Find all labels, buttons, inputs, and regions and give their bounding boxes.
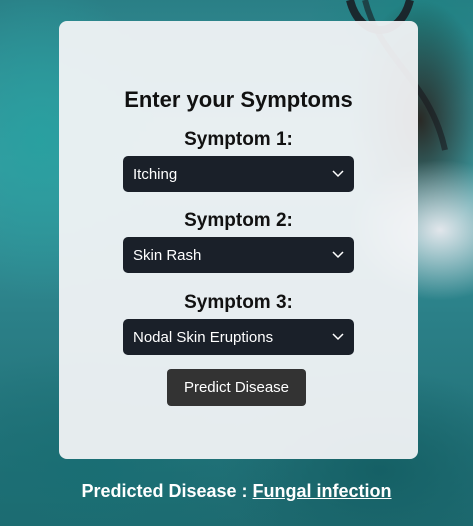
result-label: Predicted Disease :	[81, 481, 253, 501]
chevron-down-icon	[332, 251, 344, 259]
predict-disease-button[interactable]: Predict Disease	[167, 369, 306, 406]
symptom-2-value: Skin Rash	[133, 246, 202, 264]
symptom-1-label: Symptom 1:	[184, 129, 293, 150]
form-title: Enter your Symptoms	[124, 87, 353, 112]
chevron-down-icon	[332, 333, 344, 341]
symptom-2-label: Symptom 2:	[184, 210, 293, 231]
result-value-link[interactable]: Fungal infection	[253, 481, 392, 501]
symptom-3-label: Symptom 3:	[184, 292, 293, 313]
symptom-3-value: Nodal Skin Eruptions	[133, 328, 274, 346]
symptom-1-select[interactable]: Itching	[123, 156, 354, 192]
symptom-3-select[interactable]: Nodal Skin Eruptions	[123, 319, 354, 355]
symptom-form-card: Enter your Symptoms Symptom 1: Itching S…	[59, 21, 418, 459]
prediction-result: Predicted Disease : Fungal infection	[0, 481, 473, 502]
chevron-down-icon	[332, 170, 344, 178]
symptom-2-select[interactable]: Skin Rash	[123, 237, 354, 273]
symptom-1-value: Itching	[133, 165, 178, 183]
